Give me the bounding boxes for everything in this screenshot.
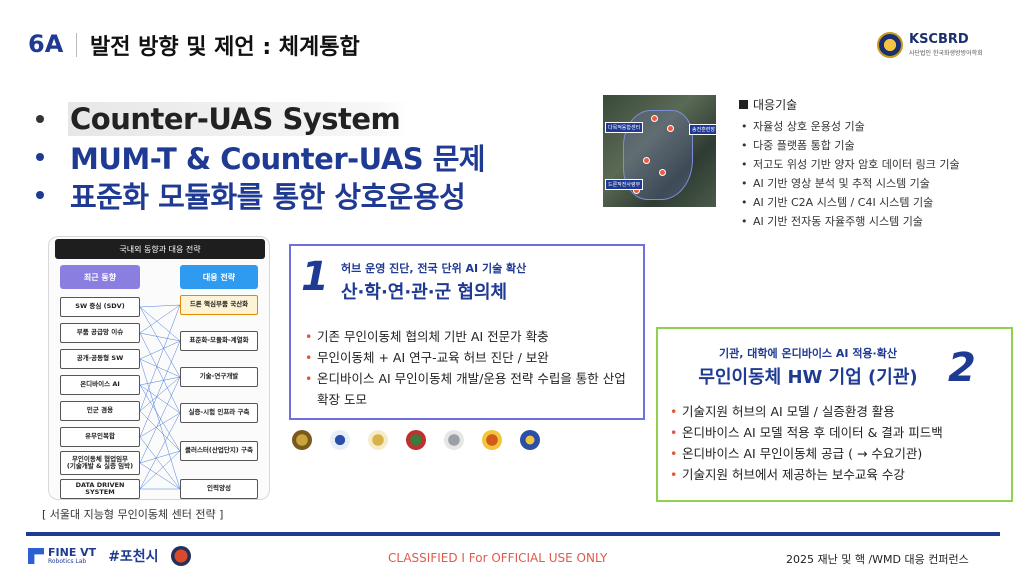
bullet-text: Counter-UAS System xyxy=(68,102,411,136)
card-item: 기존 무인이동체 협의체 기반 AI 전문가 확충 xyxy=(305,326,633,347)
tech-item: 다중 플랫폼 통합 기술 xyxy=(739,136,960,155)
strategy-item: 실증-시험 인프라 구축 xyxy=(180,403,258,423)
slide-title: 발전 방향 및 제언 : 체계통합 xyxy=(90,35,360,60)
finevt-logo: FINE VT Robotics Lab xyxy=(28,547,96,565)
trend-item: 유무인복합 xyxy=(60,427,140,447)
map-tag: 다목적융합센터 xyxy=(605,122,644,133)
map-tag: 송전훈련장 xyxy=(689,124,716,135)
strategy-item: 기술-연구개발 xyxy=(180,367,258,387)
tech-item: 자율성 상호 운용성 기술 xyxy=(739,117,960,136)
key-points: Counter-UAS System MUM-T & Counter-UAS 문… xyxy=(30,100,495,214)
trend-item: 공개·공동형 SW xyxy=(60,349,140,369)
map-pin-icon xyxy=(643,157,650,164)
tech-heading: 대응기술 xyxy=(739,96,960,113)
pocheon-hash: # xyxy=(108,549,120,565)
bullet-text: MUM-T & Counter-UAS 문제 xyxy=(70,142,486,176)
hw-company-card: 기관, 대학에 온디바이스 AI 적용·확산 무인이동체 HW 기업 (기관) … xyxy=(656,327,1013,502)
tech-item: 저고도 위성 기반 양자 암호 데이터 링크 기술 xyxy=(739,155,960,174)
pocheon-name: 포천시 xyxy=(119,549,159,565)
agency-emblems xyxy=(292,430,540,450)
bullet-dot-icon xyxy=(36,153,44,161)
card-item: 무인이동체 + AI 연구-교육 허브 진단 / 보완 xyxy=(305,347,633,368)
card-item: 온디바이스 AI 무인이동체 공급 ( → 수요기관) xyxy=(670,443,1003,464)
card-item: 기술지원 허브에서 제공하는 보수교육 수강 xyxy=(670,464,1003,485)
countermeasure-tech-list: 대응기술 자율성 상호 운용성 기술 다중 플랫폼 통합 기술 저고도 위성 기… xyxy=(739,96,960,231)
bullet-item: Counter-UAS System xyxy=(30,100,495,138)
bullet-item: MUM-T & Counter-UAS 문제 xyxy=(30,138,495,176)
square-bullet-icon xyxy=(739,100,748,109)
kscbrd-logo-name: KSCBRD xyxy=(909,32,969,47)
trend-item: 무인이동체 협업임무 (기술개발 & 실증 임박) xyxy=(60,451,140,475)
trend-item: SW 중심 (SDV) xyxy=(60,297,140,317)
region-map: 다목적융합센터 송전훈련장 드론작전사령부 xyxy=(603,95,716,207)
map-pin-icon xyxy=(667,125,674,132)
section-code: 6A xyxy=(28,30,64,58)
finevt-name: FINE VT xyxy=(48,546,97,559)
pocheon-logo: #포천시 xyxy=(108,546,158,566)
diagram-caption: [ 서울대 지능형 무인이동체 센터 전략 ] xyxy=(42,508,224,521)
strategy-item: 인력양성 xyxy=(180,479,258,499)
trend-item: 부품 공급망 이슈 xyxy=(60,323,140,343)
card-item: 온디바이스 AI 모델 적용 후 데이터 & 결과 피드백 xyxy=(670,422,1003,443)
card-number: 2 xyxy=(948,345,976,391)
strategy-item: 드론 핵심부품 국산화 xyxy=(180,295,258,315)
navy-emblem-icon xyxy=(330,430,350,450)
card-items: 기술지원 허브의 AI 모델 / 실증환경 활용 온디바이스 AI 모델 적용 … xyxy=(670,401,1003,485)
bullet-item: 표준화 모듈화를 통한 상호운용성 xyxy=(30,176,495,214)
kscbrd-logo-subtitle: 사단법인 한국화생방방어학회 xyxy=(909,50,983,57)
card-item: 기술지원 허브의 AI 모델 / 실증환경 활용 xyxy=(670,401,1003,422)
strategy-item: 클러스터(산업단지) 구축 xyxy=(180,441,258,461)
strategy-diagram: 국내외 동향과 대응 전략 최근 동향 대응 전략 SW 중심 (SDV) 부품… xyxy=(48,236,270,500)
card-item: 온디바이스 AI 무인이동체 개발/운용 전략 수립을 통한 산업 확장 도모 xyxy=(305,368,633,410)
marine-emblem-icon xyxy=(406,430,426,450)
card-title: 산·학·연·관·군 협의체 xyxy=(341,282,508,303)
finevt-subtitle: Robotics Lab xyxy=(48,558,87,565)
footer-logos: FINE VT Robotics Lab #포천시 xyxy=(28,546,191,566)
header-divider xyxy=(76,33,77,57)
map-pin-icon xyxy=(659,169,666,176)
trend-item: 민군 겸용 xyxy=(60,401,140,421)
bullet-dot-icon xyxy=(36,191,44,199)
coast-guard-emblem-icon xyxy=(520,430,540,450)
card-subtitle: 기관, 대학에 온디바이스 AI 적용·확산 xyxy=(719,347,897,360)
tech-item: AI 기반 C2A 시스템 / C4I 시스템 기술 xyxy=(739,193,960,212)
kscbrd-emblem-icon xyxy=(877,32,903,58)
police-emblem-icon xyxy=(368,430,388,450)
map-tag: 드론작전사령부 xyxy=(605,179,644,190)
tech-item: AI 기반 전자동 자율주행 시스템 기술 xyxy=(739,212,960,231)
map-pin-icon xyxy=(651,115,658,122)
footer-divider xyxy=(26,532,1000,536)
kscbrd-logo: KSCBRD 사단법인 한국화생방방어학회 xyxy=(877,32,983,58)
tech-items: 자율성 상호 운용성 기술 다중 플랫폼 통합 기술 저고도 위성 기반 양자 … xyxy=(739,117,960,231)
card-title: 무인이동체 HW 기업 (기관) xyxy=(698,367,918,388)
fire-agency-emblem-icon xyxy=(482,430,502,450)
card-subtitle: 허브 운영 진단, 전국 단위 AI 기술 확산 xyxy=(341,262,527,275)
airforce-emblem-icon xyxy=(444,430,464,450)
bullet-text: 표준화 모듈화를 통한 상호운용성 xyxy=(70,180,466,214)
strategy-item: 표준화-모듈화-계열화 xyxy=(180,331,258,351)
conference-name: 2025 재난 및 핵 /WMD 대응 컨퍼런스 xyxy=(786,553,969,566)
classification-label: CLASSIFIED I For OFFICIAL USE ONLY xyxy=(388,551,608,565)
trend-item: 온디바이스 AI xyxy=(60,375,140,395)
bullet-dot-icon xyxy=(36,115,44,123)
tech-heading-text: 대응기술 xyxy=(753,98,798,112)
army-emblem-icon xyxy=(292,430,312,450)
card-number: 1 xyxy=(301,254,329,300)
finevt-mark-icon xyxy=(28,548,44,564)
council-card: 1 허브 운영 진단, 전국 단위 AI 기술 확산 산·학·연·관·군 협의체… xyxy=(289,244,645,420)
trend-item: DATA DRIVEN SYSTEM xyxy=(60,479,140,499)
card-items: 기존 무인이동체 협의체 기반 AI 전문가 확충 무인이동체 + AI 연구-… xyxy=(305,326,633,410)
tech-item: AI 기반 영상 분석 및 추적 시스템 기술 xyxy=(739,174,960,193)
unit-emblem-icon xyxy=(170,546,191,566)
